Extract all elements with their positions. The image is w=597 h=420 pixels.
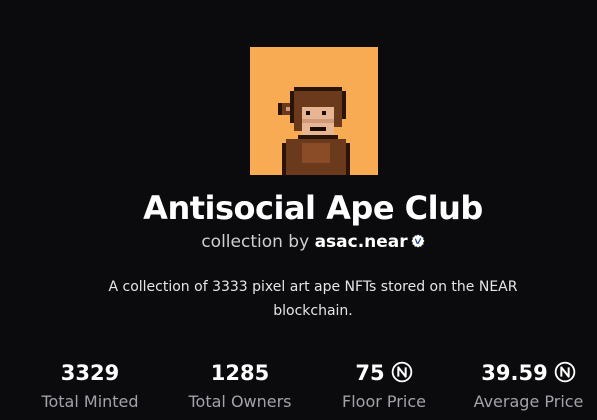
stat-total-owners: 1285 Total Owners: [170, 356, 310, 414]
near-icon: [391, 361, 412, 383]
collection-avatar: [250, 47, 378, 175]
stat-label: Average Price: [473, 392, 584, 411]
stat-total-minted: 3329 Total Minted: [20, 356, 160, 414]
verified-badge-icon: [411, 234, 425, 248]
near-icon: [554, 361, 575, 383]
stat-label: Total Owners: [188, 392, 292, 411]
stat-value: 1285: [210, 361, 270, 385]
collection-page: Antisocial Ape Club collection by asac.n…: [0, 0, 597, 420]
stat-label: Total Minted: [41, 392, 139, 411]
ape-avatar-image: [250, 47, 378, 175]
collection-title: Antisocial Ape Club: [143, 189, 483, 227]
stat-floor-price: 75 Floor Price: [314, 356, 454, 414]
stat-value: 39.59: [460, 356, 597, 390]
collection-stats: 3329 Total Minted 1285 Total Owners 75 F…: [0, 356, 597, 420]
stat-value: 75: [314, 356, 454, 390]
stat-average-price: 39.59 Average Price: [460, 356, 597, 414]
collection-byline: collection by asac.near: [0, 231, 597, 253]
collection-description: A collection of 3333 pixel art ape NFTs …: [108, 279, 518, 319]
stat-value: 3329: [60, 361, 120, 385]
owner-link[interactable]: asac.near: [315, 232, 408, 252]
byline-prefix: collection by: [201, 232, 310, 252]
stat-label: Floor Price: [342, 392, 426, 411]
